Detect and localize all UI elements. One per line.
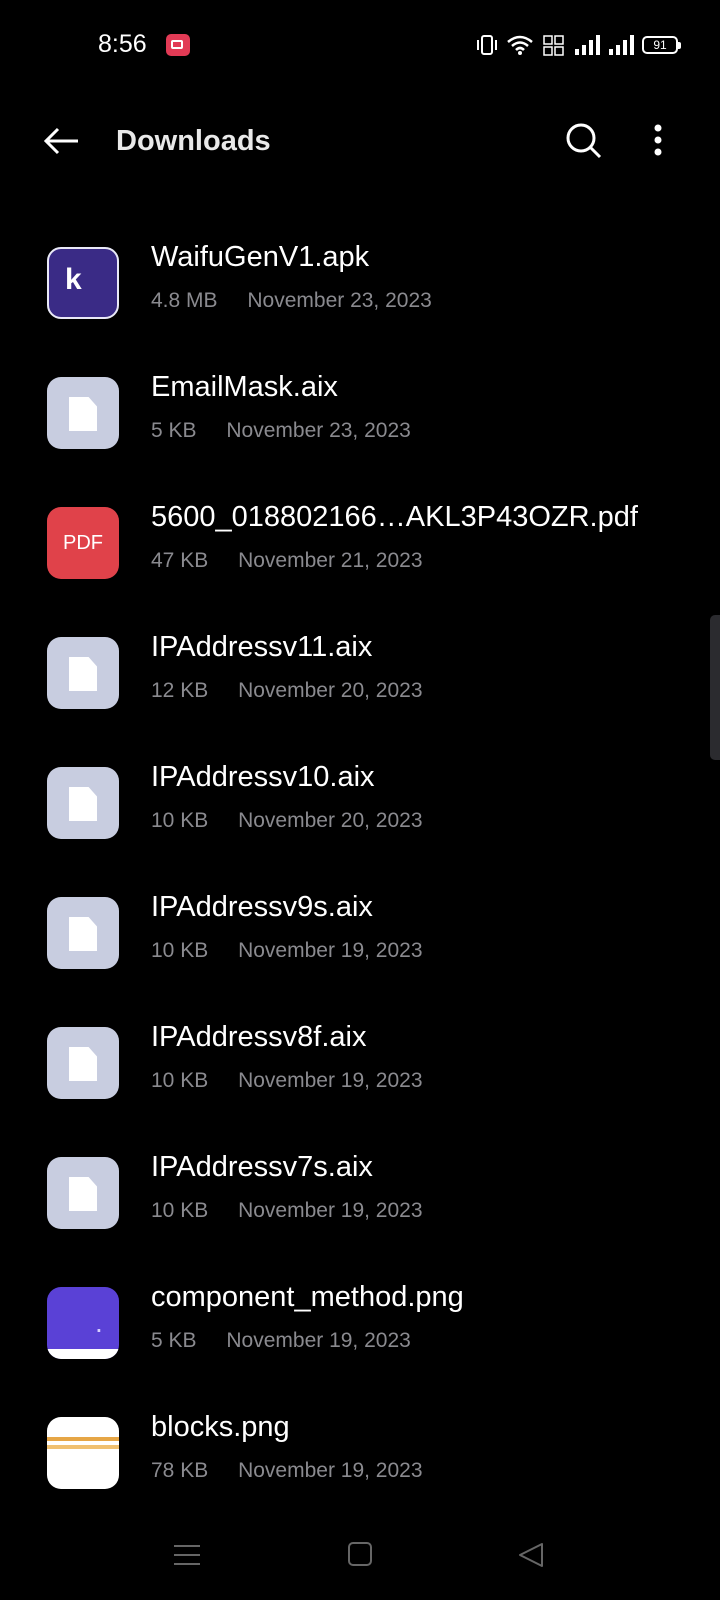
back-triangle-icon[interactable]	[516, 1540, 546, 1570]
file-row-waifugen[interactable]: k WaifuGenV1.apk 4.8 MB November 23, 202…	[0, 225, 720, 355]
file-meta: 5 KB November 23, 2023	[151, 419, 411, 443]
file-icon	[47, 767, 119, 839]
screen-record-icon	[166, 34, 190, 56]
menu-lines-icon[interactable]	[172, 1542, 202, 1568]
back-arrow-icon[interactable]	[40, 119, 84, 163]
file-row-pdf[interactable]: PDF 5600_018802166…AKL3P43OZR.pdf 47 KB …	[0, 485, 720, 615]
file-name: IPAddressv7s.aix	[151, 1151, 373, 1183]
file-date: November 20, 2023	[238, 679, 423, 702]
file-date: November 23, 2023	[247, 289, 432, 312]
file-row-ipaddressv10[interactable]: IPAddressv10.aix 10 KB November 20, 2023	[0, 745, 720, 875]
file-meta: 10 KB November 19, 2023	[151, 1199, 423, 1223]
search-icon[interactable]	[562, 119, 606, 163]
file-icon	[47, 897, 119, 969]
apk-k-icon: k	[47, 247, 119, 319]
file-row-emailmask[interactable]: EmailMask.aix 5 KB November 23, 2023	[0, 355, 720, 485]
file-row-component-method[interactable]: . component_method.png 5 KB November 19,…	[0, 1265, 720, 1395]
file-row-ipaddressv8f[interactable]: IPAddressv8f.aix 10 KB November 19, 2023	[0, 1005, 720, 1135]
file-name: 5600_018802166…AKL3P43OZR.pdf	[151, 501, 638, 533]
file-list: k WaifuGenV1.apk 4.8 MB November 23, 202…	[0, 225, 720, 1525]
file-size: 12 KB	[151, 679, 209, 702]
file-meta: 78 KB November 19, 2023	[151, 1459, 423, 1483]
file-meta: 10 KB November 19, 2023	[151, 1069, 423, 1093]
file-date: November 20, 2023	[238, 809, 423, 832]
signal-icon	[575, 35, 600, 55]
file-name: component_method.png	[151, 1281, 464, 1313]
status-icons: 91	[476, 30, 681, 60]
file-size: 5 KB	[151, 419, 197, 442]
volte-icon	[543, 35, 564, 56]
file-size: 78 KB	[151, 1459, 209, 1482]
file-date: November 19, 2023	[226, 1329, 411, 1352]
file-size: 10 KB	[151, 1199, 209, 1222]
file-date: November 19, 2023	[238, 1069, 423, 1092]
file-row-ipaddressv7s[interactable]: IPAddressv7s.aix 10 KB November 19, 2023	[0, 1135, 720, 1265]
file-icon	[47, 1157, 119, 1229]
file-size: 47 KB	[151, 549, 209, 572]
file-icon	[47, 1027, 119, 1099]
image-thumbnail	[47, 1417, 119, 1489]
pdf-icon: PDF	[47, 507, 119, 579]
file-meta: 10 KB November 20, 2023	[151, 809, 423, 833]
status-time: 8:56	[98, 30, 147, 58]
file-size: 5 KB	[151, 1329, 197, 1352]
file-name: IPAddressv11.aix	[151, 631, 373, 663]
file-name: EmailMask.aix	[151, 371, 338, 403]
file-row-ipaddressv11[interactable]: IPAddressv11.aix 12 KB November 20, 2023	[0, 615, 720, 745]
image-thumbnail: .	[47, 1287, 119, 1359]
file-icon	[47, 377, 119, 449]
file-size: 10 KB	[151, 809, 209, 832]
file-row-ipaddressv9s[interactable]: IPAddressv9s.aix 10 KB November 19, 2023	[0, 875, 720, 1005]
file-name: IPAddressv8f.aix	[151, 1021, 367, 1053]
file-date: November 19, 2023	[238, 1459, 423, 1482]
file-meta: 5 KB November 19, 2023	[151, 1329, 411, 1353]
file-date: November 23, 2023	[226, 419, 411, 442]
file-size: 4.8 MB	[151, 289, 218, 312]
file-meta: 4.8 MB November 23, 2023	[151, 289, 432, 313]
file-meta: 12 KB November 20, 2023	[151, 679, 423, 703]
wifi-icon	[507, 35, 533, 55]
vibrate-icon	[477, 35, 497, 55]
more-options-icon[interactable]	[648, 119, 668, 163]
battery-icon: 91	[642, 36, 681, 54]
file-meta: 47 KB November 21, 2023	[151, 549, 423, 573]
file-name: IPAddressv10.aix	[151, 761, 375, 793]
scrollbar-thumb[interactable]	[710, 615, 720, 760]
signal-icon-2	[609, 35, 634, 55]
file-date: November 19, 2023	[238, 939, 423, 962]
file-meta: 10 KB November 19, 2023	[151, 939, 423, 963]
file-name: IPAddressv9s.aix	[151, 891, 373, 923]
file-name: blocks.png	[151, 1411, 290, 1443]
system-nav-bar	[0, 1510, 720, 1600]
home-square-icon[interactable]	[346, 1540, 374, 1568]
status-bar: 8:56 91	[0, 0, 720, 90]
file-size: 10 KB	[151, 1069, 209, 1092]
file-name: WaifuGenV1.apk	[151, 241, 370, 273]
file-row-blocks[interactable]: blocks.png 78 KB November 19, 2023	[0, 1395, 720, 1525]
app-bar: Downloads	[0, 95, 720, 185]
file-icon	[47, 637, 119, 709]
file-size: 10 KB	[151, 939, 209, 962]
file-date: November 19, 2023	[238, 1199, 423, 1222]
file-date: November 21, 2023	[238, 549, 423, 572]
page-title: Downloads	[116, 125, 271, 157]
